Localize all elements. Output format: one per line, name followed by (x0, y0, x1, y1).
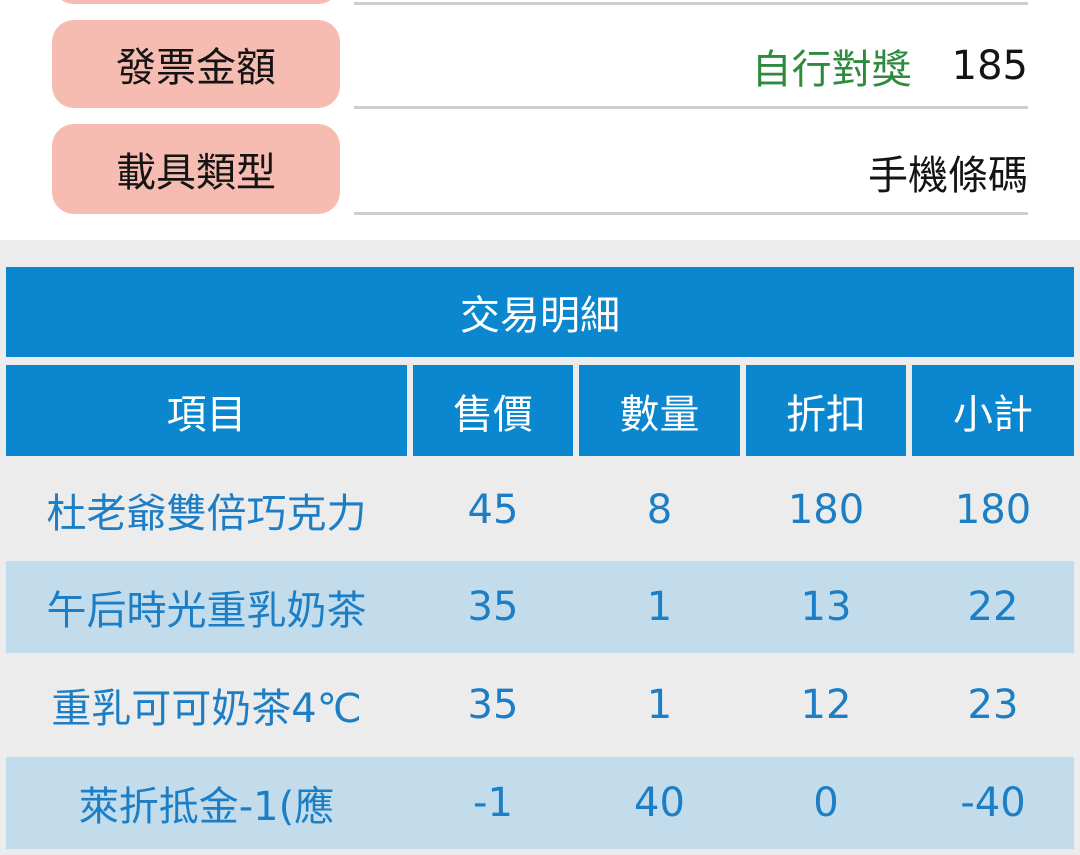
field-divider (354, 2, 1028, 5)
table-row: 午后時光重乳奶茶 35 1 13 22 (6, 561, 1074, 653)
cell-discount: 12 (800, 682, 852, 728)
cell-subtotal: 23 (967, 682, 1019, 728)
cell-quantity: 1 (646, 682, 673, 728)
cell-item: 萊折抵金-1(應 (78, 784, 335, 830)
cell-subtotal: 180 (954, 487, 1032, 533)
column-header-subtotal: 小計 (912, 365, 1074, 456)
carrier-type-label: 載具類型 (52, 124, 340, 214)
cell-discount: 0 (813, 780, 839, 826)
invoice-amount-value-group: 自行對獎 185 (752, 36, 1028, 96)
transaction-detail-table: 交易明細 項目 售價 數量 折扣 小計 杜老爺雙倍巧克力 45 8 180 18… (0, 240, 1080, 855)
cell-discount: 180 (787, 487, 865, 533)
label-pill-partial (52, 0, 340, 4)
cell-item: 重乳可可奶茶4℃ (51, 686, 362, 732)
cell-subtotal: -40 (960, 780, 1026, 826)
cell-quantity: 8 (646, 487, 673, 533)
cell-item: 杜老爺雙倍巧克力 (46, 491, 367, 537)
field-divider (354, 212, 1028, 215)
cell-price: -1 (473, 780, 513, 826)
cell-item: 午后時光重乳奶茶 (46, 588, 367, 634)
cell-quantity: 40 (634, 780, 685, 826)
table-title: 交易明細 (6, 267, 1074, 357)
self-check-lottery-status: 自行對獎 (751, 47, 912, 93)
cell-quantity: 1 (646, 584, 673, 630)
column-header-price: 售價 (413, 365, 573, 456)
table-row: 萊折抵金-1(應 -1 40 0 -40 (6, 757, 1074, 849)
invoice-amount-label: 發票金額 (52, 20, 340, 108)
cell-price: 35 (467, 584, 519, 630)
cell-discount: 13 (800, 584, 852, 630)
table-row: 杜老爺雙倍巧克力 45 8 180 180 (6, 464, 1074, 556)
field-divider (354, 106, 1028, 109)
cell-price: 45 (467, 487, 519, 533)
invoice-detail-page: 發票金額 自行對獎 185 載具類型 手機條碼 交易明細 項目 售價 數量 折扣… (0, 0, 1080, 855)
column-header-item: 項目 (6, 365, 407, 456)
table-row: 重乳可可奶茶4℃ 35 1 12 23 (6, 659, 1074, 751)
carrier-type-value: 手機條碼 (868, 153, 1028, 199)
cell-subtotal: 22 (967, 584, 1019, 630)
cell-price: 35 (467, 682, 519, 728)
invoice-amount-value: 185 (951, 43, 1028, 89)
column-header-quantity: 數量 (579, 365, 740, 456)
invoice-info-section: 發票金額 自行對獎 185 載具類型 手機條碼 (0, 0, 1080, 240)
column-header-discount: 折扣 (746, 365, 906, 456)
